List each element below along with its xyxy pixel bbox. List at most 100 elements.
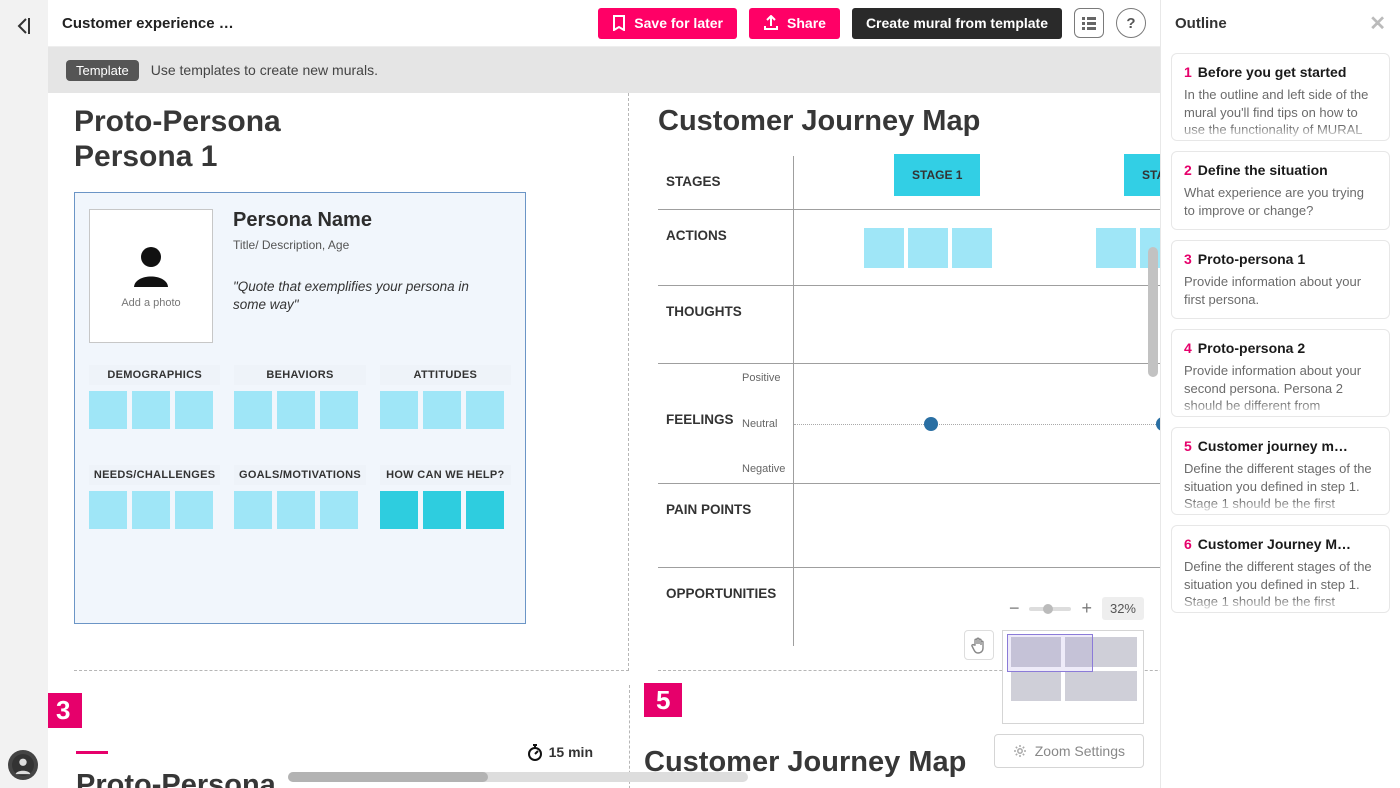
outline-toggle-button[interactable] bbox=[1074, 8, 1104, 38]
sticky-note[interactable] bbox=[132, 491, 170, 529]
sticky-note[interactable] bbox=[234, 391, 272, 429]
zoom-settings-button[interactable]: Zoom Settings bbox=[994, 734, 1144, 768]
sticky-note[interactable] bbox=[952, 228, 992, 268]
pan-tool-button[interactable] bbox=[964, 630, 994, 660]
save-for-later-button[interactable]: Save for later bbox=[598, 8, 737, 39]
outline-item-5[interactable]: 5Customer journey m…Define the different… bbox=[1171, 427, 1390, 515]
sticky-note[interactable] bbox=[380, 491, 418, 529]
outline-item-2[interactable]: 2Define the situationWhat experience are… bbox=[1171, 151, 1390, 230]
persona-section: Proto-Persona Persona 1 Add a photo Pers… bbox=[74, 93, 629, 671]
sticky-note[interactable] bbox=[864, 228, 904, 268]
add-photo-box[interactable]: Add a photo bbox=[89, 209, 213, 343]
row-label-opportunities: OPPORTUNITIES bbox=[658, 568, 793, 646]
scrollbar-thumb[interactable] bbox=[288, 772, 488, 782]
zoom-out-button[interactable]: − bbox=[1009, 598, 1020, 619]
outline-item-title: Proto-persona 2 bbox=[1198, 340, 1305, 356]
sticky-note[interactable] bbox=[89, 391, 127, 429]
sticky-note[interactable] bbox=[132, 391, 170, 429]
stopwatch-icon bbox=[527, 743, 543, 761]
sticky-note[interactable] bbox=[320, 491, 358, 529]
persona-card[interactable]: Add a photo Persona Name Title/ Descript… bbox=[74, 192, 526, 624]
horizontal-scrollbar[interactable] bbox=[288, 772, 748, 782]
person-silhouette-icon bbox=[128, 243, 174, 289]
persona-heading-line2: Persona 1 bbox=[74, 140, 628, 175]
sticky-note[interactable] bbox=[466, 391, 504, 429]
minimap-viewport[interactable] bbox=[1007, 634, 1093, 672]
outline-item-6[interactable]: 6Customer Journey M…Define the different… bbox=[1171, 525, 1390, 613]
persona-name[interactable]: Persona Name bbox=[233, 209, 473, 232]
feel-neutral: Neutral bbox=[742, 418, 785, 430]
hand-icon bbox=[971, 636, 987, 654]
gear-icon bbox=[1013, 744, 1027, 758]
feelings-track bbox=[794, 424, 1160, 425]
journey-section: Customer Journey Map STAGES STAGE 1 STAG… bbox=[658, 93, 1160, 671]
canvas-viewport[interactable]: Proto-Persona Persona 1 Add a photo Pers… bbox=[48, 93, 1160, 788]
sticky-note[interactable] bbox=[277, 491, 315, 529]
sticky-note[interactable] bbox=[320, 391, 358, 429]
row-label-actions: ACTIONS bbox=[658, 210, 793, 285]
left-rail bbox=[0, 0, 48, 788]
outline-item-1[interactable]: 1Before you get startedIn the outline an… bbox=[1171, 53, 1390, 141]
thoughts-content[interactable] bbox=[793, 286, 1160, 363]
zoom-in-button[interactable]: + bbox=[1081, 598, 1092, 619]
outline-item-desc: Provide information about your first per… bbox=[1184, 273, 1377, 308]
back-button[interactable] bbox=[10, 12, 38, 40]
section-3-divider bbox=[76, 751, 108, 754]
sticky-note[interactable] bbox=[1096, 228, 1136, 268]
zoom-settings-label: Zoom Settings bbox=[1035, 743, 1125, 759]
zoom-slider[interactable] bbox=[1029, 607, 1071, 611]
close-outline-button[interactable]: ✕ bbox=[1369, 11, 1386, 36]
sticky-note[interactable] bbox=[423, 491, 461, 529]
row-label-thoughts: THOUGHTS bbox=[658, 286, 793, 363]
share-label: Share bbox=[787, 15, 826, 31]
zoom-handle[interactable] bbox=[1043, 604, 1053, 614]
template-banner: Template Use templates to create new mur… bbox=[48, 47, 1160, 93]
help-button[interactable]: ? bbox=[1116, 8, 1146, 38]
stage-1-chip[interactable]: STAGE 1 bbox=[894, 154, 980, 196]
outline-item-3[interactable]: 3Proto-persona 1Provide information abou… bbox=[1171, 240, 1390, 319]
persona-desc[interactable]: Title/ Description, Age bbox=[233, 238, 473, 252]
sticky-note[interactable] bbox=[175, 491, 213, 529]
row-label-painpoints: PAIN POINTS bbox=[658, 484, 793, 567]
actions-content[interactable] bbox=[793, 210, 1160, 285]
avatar-icon bbox=[12, 754, 34, 776]
create-mural-button[interactable]: Create mural from template bbox=[852, 8, 1062, 39]
avatar[interactable] bbox=[8, 750, 38, 780]
feeling-dot-stage1[interactable] bbox=[924, 417, 938, 431]
sticky-note[interactable] bbox=[466, 491, 504, 529]
share-button[interactable]: Share bbox=[749, 8, 840, 39]
stages-content[interactable]: STAGE 1 STAGE 2 bbox=[793, 156, 1160, 209]
vertical-scrollbar[interactable] bbox=[1148, 247, 1158, 377]
feel-positive: Positive bbox=[742, 372, 785, 384]
col-needs: NEEDS/CHALLENGES bbox=[89, 465, 220, 485]
zoom-value: 32% bbox=[1102, 597, 1144, 620]
feeling-dot-stage2[interactable] bbox=[1156, 417, 1160, 431]
outline-num: 6 bbox=[1184, 536, 1192, 552]
sticky-note[interactable] bbox=[89, 491, 127, 529]
persona-attr-row1: DEMOGRAPHICS BEHAVIORS ATTITUDES bbox=[89, 365, 511, 429]
outline-num: 1 bbox=[1184, 64, 1192, 80]
outline-item-desc: What experience are you trying to improv… bbox=[1184, 184, 1377, 219]
sticky-note[interactable] bbox=[277, 391, 315, 429]
sticky-note[interactable] bbox=[423, 391, 461, 429]
save-label: Save for later bbox=[634, 15, 723, 31]
painpoints-content[interactable] bbox=[793, 484, 1160, 567]
section-5: 5 Customer Journey Map bbox=[644, 685, 966, 779]
sticky-note[interactable] bbox=[175, 391, 213, 429]
col-goals: GOALS/MOTIVATIONS bbox=[234, 465, 365, 485]
row-label-stages: STAGES bbox=[658, 156, 793, 209]
journey-title: Customer Journey Map bbox=[658, 93, 1160, 138]
journey-grid: STAGES STAGE 1 STAGE 2 ACTIONS bbox=[658, 156, 1160, 646]
template-hint: Use templates to create new murals. bbox=[151, 62, 378, 78]
outline-item-4[interactable]: 4Proto-persona 2Provide information abou… bbox=[1171, 329, 1390, 417]
sticky-note[interactable] bbox=[380, 391, 418, 429]
col-attitudes: ATTITUDES bbox=[380, 365, 511, 385]
persona-quote[interactable]: "Quote that exemplifies your persona in … bbox=[233, 278, 473, 314]
stage-2-chip[interactable]: STAGE 2 bbox=[1124, 154, 1160, 196]
sticky-note[interactable] bbox=[908, 228, 948, 268]
feelings-content[interactable]: Positive Neutral Negative bbox=[793, 364, 1160, 483]
zoom-controls: − + 32% Zoom Settings bbox=[964, 597, 1144, 768]
list-icon bbox=[1081, 16, 1097, 30]
sticky-note[interactable] bbox=[234, 491, 272, 529]
minimap[interactable] bbox=[1002, 630, 1144, 724]
